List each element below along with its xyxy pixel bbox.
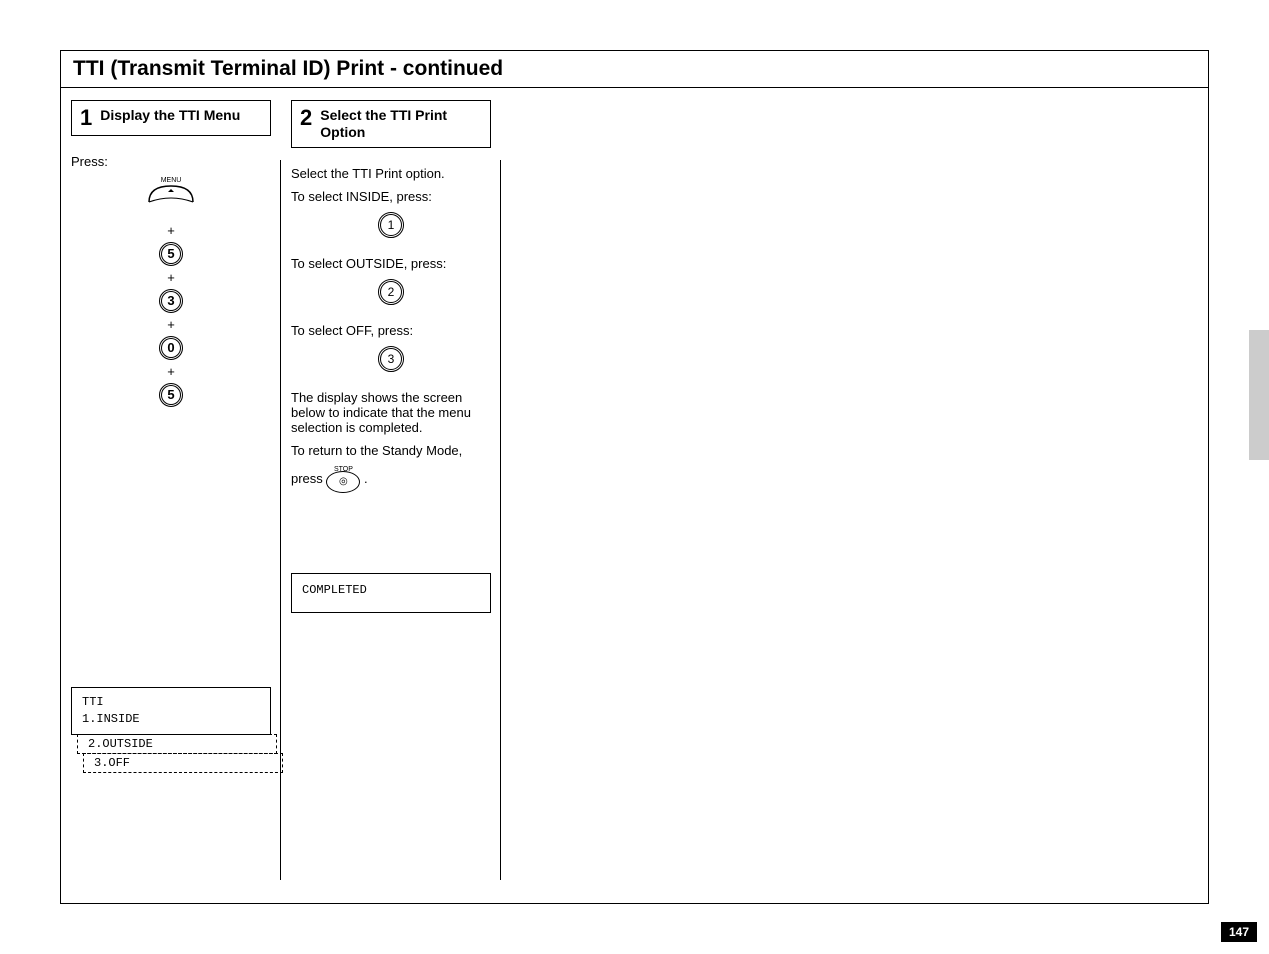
step-1-label: Display the TTI Menu	[100, 107, 240, 124]
outside-text: To select OUTSIDE, press:	[291, 256, 491, 271]
completion-text-2: To return to the Standy Mode,	[291, 443, 491, 458]
stop-key-icon: STOP ◎	[326, 466, 360, 493]
display-line3: 3.OFF	[83, 753, 283, 773]
plus-separator: +	[71, 270, 271, 285]
period: .	[364, 471, 368, 486]
display-title: TTI	[82, 694, 260, 711]
key-0: 0	[159, 336, 183, 360]
display-main: TTI 1.INSIDE	[71, 687, 271, 735]
press-label: Press:	[71, 154, 271, 169]
plus-separator: +	[71, 223, 271, 238]
press-word: press	[291, 471, 323, 486]
key-5b: 5	[159, 383, 183, 407]
display-completed: COMPLETED	[291, 573, 491, 613]
intro-text: Select the TTI Print option.	[291, 166, 491, 181]
display-completed-text: COMPLETED	[302, 582, 480, 599]
step-1-column: 1 Display the TTI Menu Press: MENU + 5 +	[61, 100, 281, 773]
inside-text: To select INSIDE, press:	[291, 189, 491, 204]
menu-key-icon	[146, 182, 196, 208]
press-stop-line: press STOP ◎ .	[291, 466, 491, 493]
plus-separator: +	[71, 364, 271, 379]
stop-label: STOP	[326, 466, 360, 473]
section-title-bar: TTI (Transmit Terminal ID) Print - conti…	[61, 51, 1208, 88]
step-2-header: 2 Select the TTI Print Option	[291, 100, 491, 148]
key-1-option: 1	[380, 214, 402, 236]
key-3-option: 3	[380, 348, 402, 370]
stop-oval: ◎	[326, 471, 360, 493]
plus-separator: +	[71, 317, 271, 332]
side-tab	[1249, 330, 1269, 460]
step-2-number: 2	[300, 107, 312, 129]
key-5: 5	[159, 242, 183, 266]
display-line1: 1.INSIDE	[82, 711, 260, 728]
key-2-option: 2	[380, 281, 402, 303]
completion-text-1: The display shows the screen below to in…	[291, 390, 491, 435]
step-2-label: Select the TTI Print Option	[320, 107, 482, 141]
display-line2: 2.OUTSIDE	[77, 734, 277, 754]
off-text: To select OFF, press:	[291, 323, 491, 338]
step-1-header: 1 Display the TTI Menu	[71, 100, 271, 136]
display-menu-stack: TTI 1.INSIDE 2.OUTSIDE 3.OFF	[71, 687, 271, 773]
page-number-badge: 147	[1221, 922, 1257, 942]
key-3: 3	[159, 289, 183, 313]
step-2-column: 2 Select the TTI Print Option Select the…	[281, 100, 501, 773]
step-1-number: 1	[80, 107, 92, 129]
key-sequence: MENU + 5 + 3 + 0 + 5	[71, 177, 271, 407]
section-title: TTI (Transmit Terminal ID) Print - conti…	[73, 57, 1196, 81]
